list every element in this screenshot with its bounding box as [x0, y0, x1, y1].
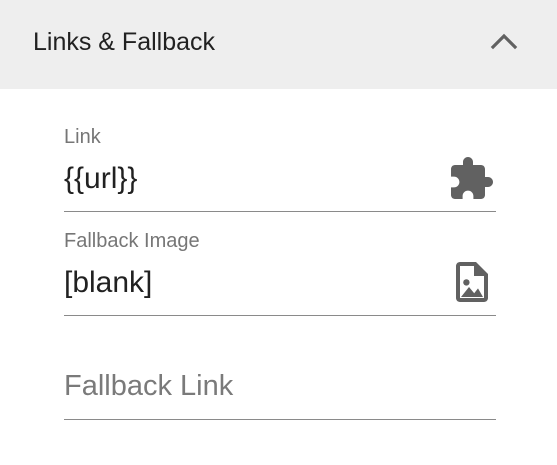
link-label: Link	[64, 126, 101, 148]
image-file-icon[interactable]	[448, 258, 496, 306]
fallback-image-input[interactable]: [blank]	[64, 265, 152, 301]
fallback-link-input[interactable]: Fallback Link	[64, 368, 233, 404]
fallback-image-label: Fallback Image	[64, 230, 200, 252]
links-fallback-panel: Links & Fallback Link {{url}} Fallback I…	[0, 0, 557, 465]
fallback-link-field[interactable]: Fallback Link	[64, 330, 496, 420]
puzzle-piece-icon[interactable]	[447, 155, 495, 203]
chevron-up-icon[interactable]	[490, 30, 518, 52]
link-field[interactable]: Link {{url}}	[64, 122, 496, 212]
fallback-image-field[interactable]: Fallback Image [blank]	[64, 226, 496, 316]
section-title: Links & Fallback	[33, 28, 216, 56]
section-header[interactable]: Links & Fallback	[0, 0, 557, 89]
link-input[interactable]: {{url}}	[64, 161, 137, 197]
